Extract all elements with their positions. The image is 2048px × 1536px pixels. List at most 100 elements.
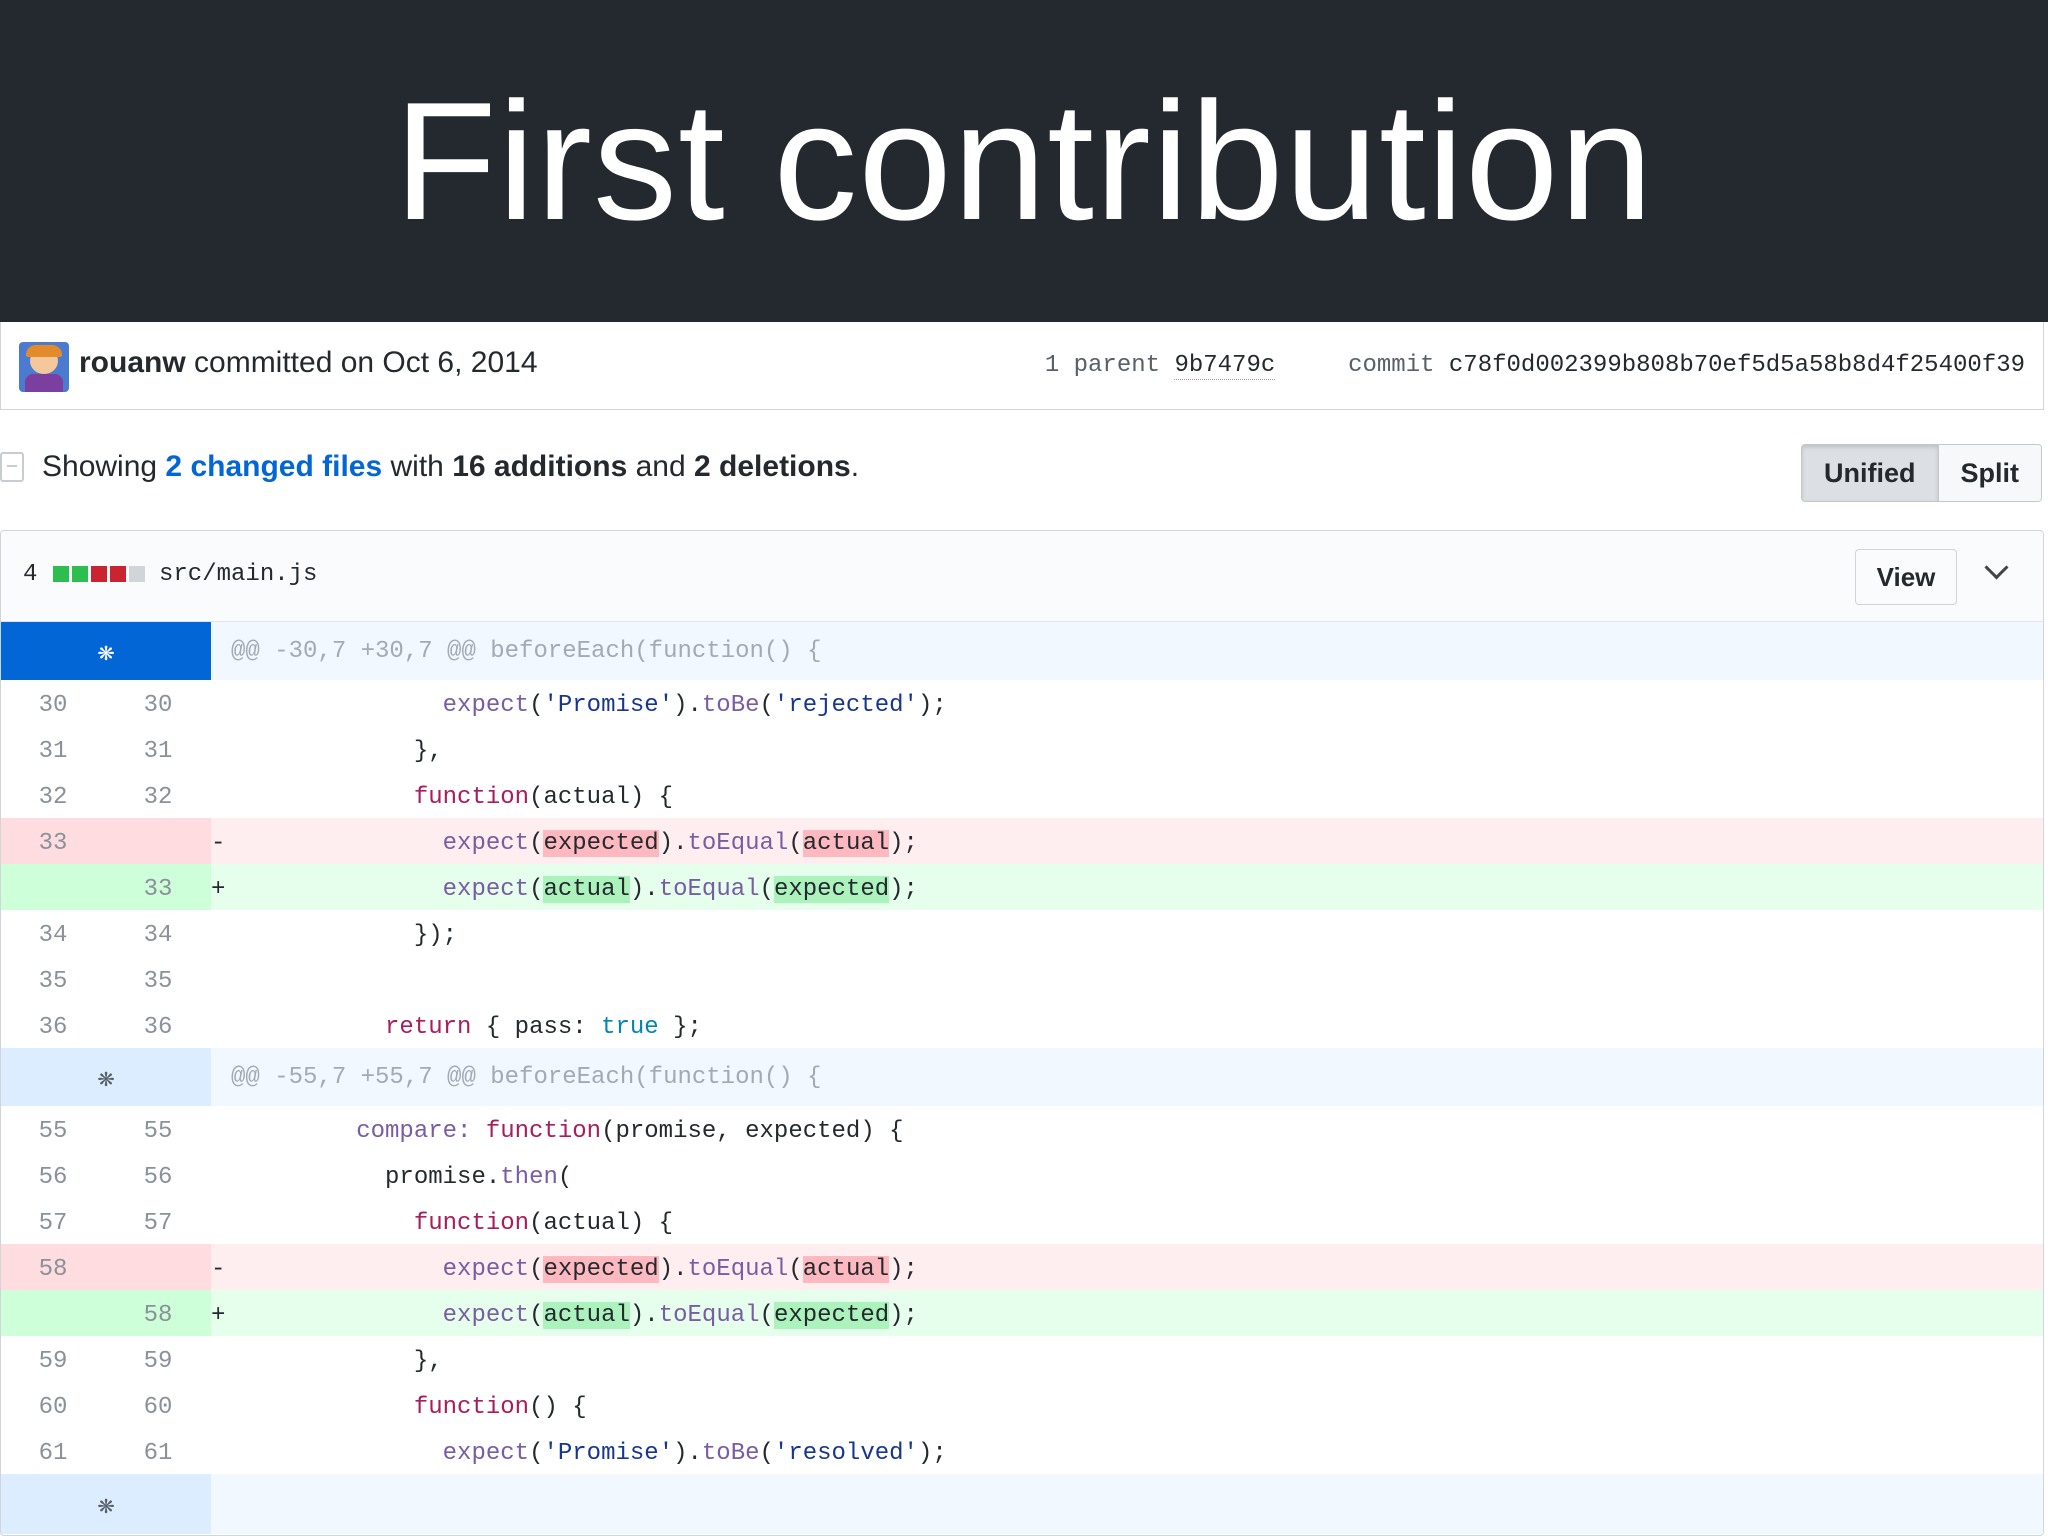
hunk-header-text: @@ -55,7 +55,7 @@ beforeEach(function() … — [231, 1064, 822, 1091]
diff-summary-row: Showing 2 changed files with 16 addition… — [0, 440, 2048, 502]
file-diff: 4 src/main.js View ❋ @@ -30,7 +30,7 @@ b… — [0, 530, 2044, 1536]
line-number-old[interactable] — [1, 864, 105, 910]
code-line: function(actual) { — [413, 784, 674, 811]
additions-count: 16 additions — [452, 450, 628, 483]
split-button[interactable]: Split — [1938, 445, 2041, 501]
line-number-new[interactable] — [105, 1244, 211, 1290]
summary-with: with — [390, 450, 444, 483]
code-line: }); — [241, 922, 458, 949]
summary-period: . — [850, 450, 860, 483]
view-file-button[interactable]: View — [1855, 549, 1957, 605]
line-number-old[interactable]: 57 — [1, 1198, 105, 1244]
diff-line-deletion: 33 - expect(expected).toEqual(actual); — [1, 818, 2043, 864]
code-line: promise.then( — [385, 1164, 573, 1191]
diff-line-deletion: 58 - expect(expected).toEqual(actual); — [1, 1244, 2043, 1290]
line-number-old[interactable]: 32 — [1, 772, 105, 818]
diff-line: 30 30 expect('Promise').toBe('rejected')… — [1, 680, 2043, 726]
avatar[interactable] — [19, 342, 69, 392]
line-number-old[interactable]: 36 — [1, 1002, 105, 1048]
line-number-new[interactable]: 30 — [105, 680, 211, 726]
code-line: + expect(actual).toEqual(expected); — [211, 876, 918, 903]
line-number-old[interactable]: 56 — [1, 1152, 105, 1198]
line-number-new[interactable] — [105, 818, 211, 864]
code-line: - expect(expected).toEqual(actual); — [211, 830, 918, 857]
line-number-new[interactable]: 36 — [105, 1002, 211, 1048]
diffstat-blocks — [53, 566, 145, 582]
commit-label: commit — [1348, 352, 1435, 379]
line-number-old[interactable]: 59 — [1, 1336, 105, 1382]
commit-meta: 1 parent 9b7479c commit c78f0d002399b808… — [1044, 352, 2025, 380]
unfold-icon[interactable]: ❋ — [1, 622, 211, 680]
line-number-old[interactable]: 61 — [1, 1428, 105, 1474]
line-number-new[interactable]: 58 — [105, 1290, 211, 1336]
diffstat-block — [53, 566, 69, 582]
unfold-icon[interactable]: ❋ — [1, 1474, 211, 1534]
slide-title: First contribution — [394, 66, 1654, 255]
line-number-new[interactable]: 57 — [105, 1198, 211, 1244]
line-number-new[interactable]: 60 — [105, 1382, 211, 1428]
commit-info-bar: rouanw committed on Oct 6, 2014 1 parent… — [0, 322, 2044, 410]
code-line: function(actual) { — [413, 1210, 674, 1237]
line-number-old[interactable]: 35 — [1, 956, 105, 1002]
diff-summary: Showing 2 changed files with 16 addition… — [42, 450, 859, 484]
hunk-header: ❋ @@ -30,7 +30,7 @@ beforeEach(function(… — [1, 622, 2043, 680]
deletions-count: 2 deletions — [694, 450, 851, 483]
diffstat-block — [129, 566, 145, 582]
file-name[interactable]: src/main.js — [159, 561, 317, 588]
line-number-new[interactable]: 61 — [105, 1428, 211, 1474]
slide-title-band: First contribution — [0, 0, 2048, 322]
line-number-old[interactable] — [1, 1290, 105, 1336]
commit-sha: c78f0d002399b808b70ef5d5a58b8d4f25400f39 — [1448, 352, 2025, 379]
line-number-new[interactable]: 59 — [105, 1336, 211, 1382]
unified-button[interactable]: Unified — [1802, 445, 1939, 501]
hunk-header: ❋ @@ -55,7 +55,7 @@ beforeEach(function(… — [1, 1048, 2043, 1106]
line-number-new[interactable]: 34 — [105, 910, 211, 956]
diff-view-toggle: Unified Split — [1801, 444, 2042, 502]
line-number-old[interactable]: 33 — [1, 818, 105, 864]
diff-line-addition: 33 + expect(actual).toEqual(expected); — [1, 864, 2043, 910]
line-number-old[interactable]: 58 — [1, 1244, 105, 1290]
line-number-old[interactable]: 34 — [1, 910, 105, 956]
parent-label: 1 parent — [1044, 352, 1161, 379]
code-line: }, — [241, 1348, 443, 1375]
commit-action: committed on Oct 6, 2014 — [194, 346, 538, 379]
diff-line: 60 60 function() { — [1, 1382, 2043, 1428]
line-number-new[interactable]: 35 — [105, 956, 211, 1002]
diff-line: 61 61 expect('Promise').toBe('resolved')… — [1, 1428, 2043, 1474]
summary-and: and — [635, 450, 686, 483]
line-number-new[interactable]: 32 — [105, 772, 211, 818]
code-line: return { pass: true }; — [385, 1014, 702, 1041]
diff-line: 34 34 }); — [1, 910, 2043, 956]
file-header: 4 src/main.js View — [1, 531, 2043, 622]
diff-line: 31 31 }, — [1, 726, 2043, 772]
line-number-old[interactable]: 30 — [1, 680, 105, 726]
line-number-new[interactable]: 33 — [105, 864, 211, 910]
chevron-down-icon[interactable] — [1984, 555, 2009, 580]
line-number-new[interactable]: 31 — [105, 726, 211, 772]
unfold-icon[interactable]: ❋ — [1, 1048, 211, 1106]
diffstat-block — [110, 566, 126, 582]
code-line: - expect(expected).toEqual(actual); — [211, 1256, 918, 1283]
code-line: expect('Promise').toBe('resolved'); — [442, 1440, 947, 1467]
line-number-old[interactable]: 55 — [1, 1106, 105, 1152]
diff-line: 55 55 compare: function(promise, expecte… — [1, 1106, 2043, 1152]
line-number-old[interactable]: 60 — [1, 1382, 105, 1428]
hunk-header-text: @@ -30,7 +30,7 @@ beforeEach(function() … — [231, 638, 822, 665]
line-number-old[interactable]: 31 — [1, 726, 105, 772]
code-line: compare: function(promise, expected) { — [356, 1118, 904, 1145]
code-line: function() { — [413, 1394, 587, 1421]
diff-line: 32 32 function(actual) { — [1, 772, 2043, 818]
code-line: }, — [241, 738, 443, 765]
author-link[interactable]: rouanw — [79, 346, 186, 379]
changed-files-link[interactable]: 2 changed files — [165, 450, 382, 483]
diff-line: 35 35 — [1, 956, 2043, 1002]
commit-author-line: rouanw committed on Oct 6, 2014 — [79, 346, 538, 380]
line-number-new[interactable]: 56 — [105, 1152, 211, 1198]
expand-bottom-row: ❋ — [1, 1474, 2043, 1534]
parent-sha-link[interactable]: 9b7479c — [1174, 352, 1276, 380]
line-number-new[interactable]: 55 — [105, 1106, 211, 1152]
diff-line: 56 56 promise.then( — [1, 1152, 2043, 1198]
diff-line: 57 57 function(actual) { — [1, 1198, 2043, 1244]
file-change-count: 4 — [23, 561, 38, 588]
